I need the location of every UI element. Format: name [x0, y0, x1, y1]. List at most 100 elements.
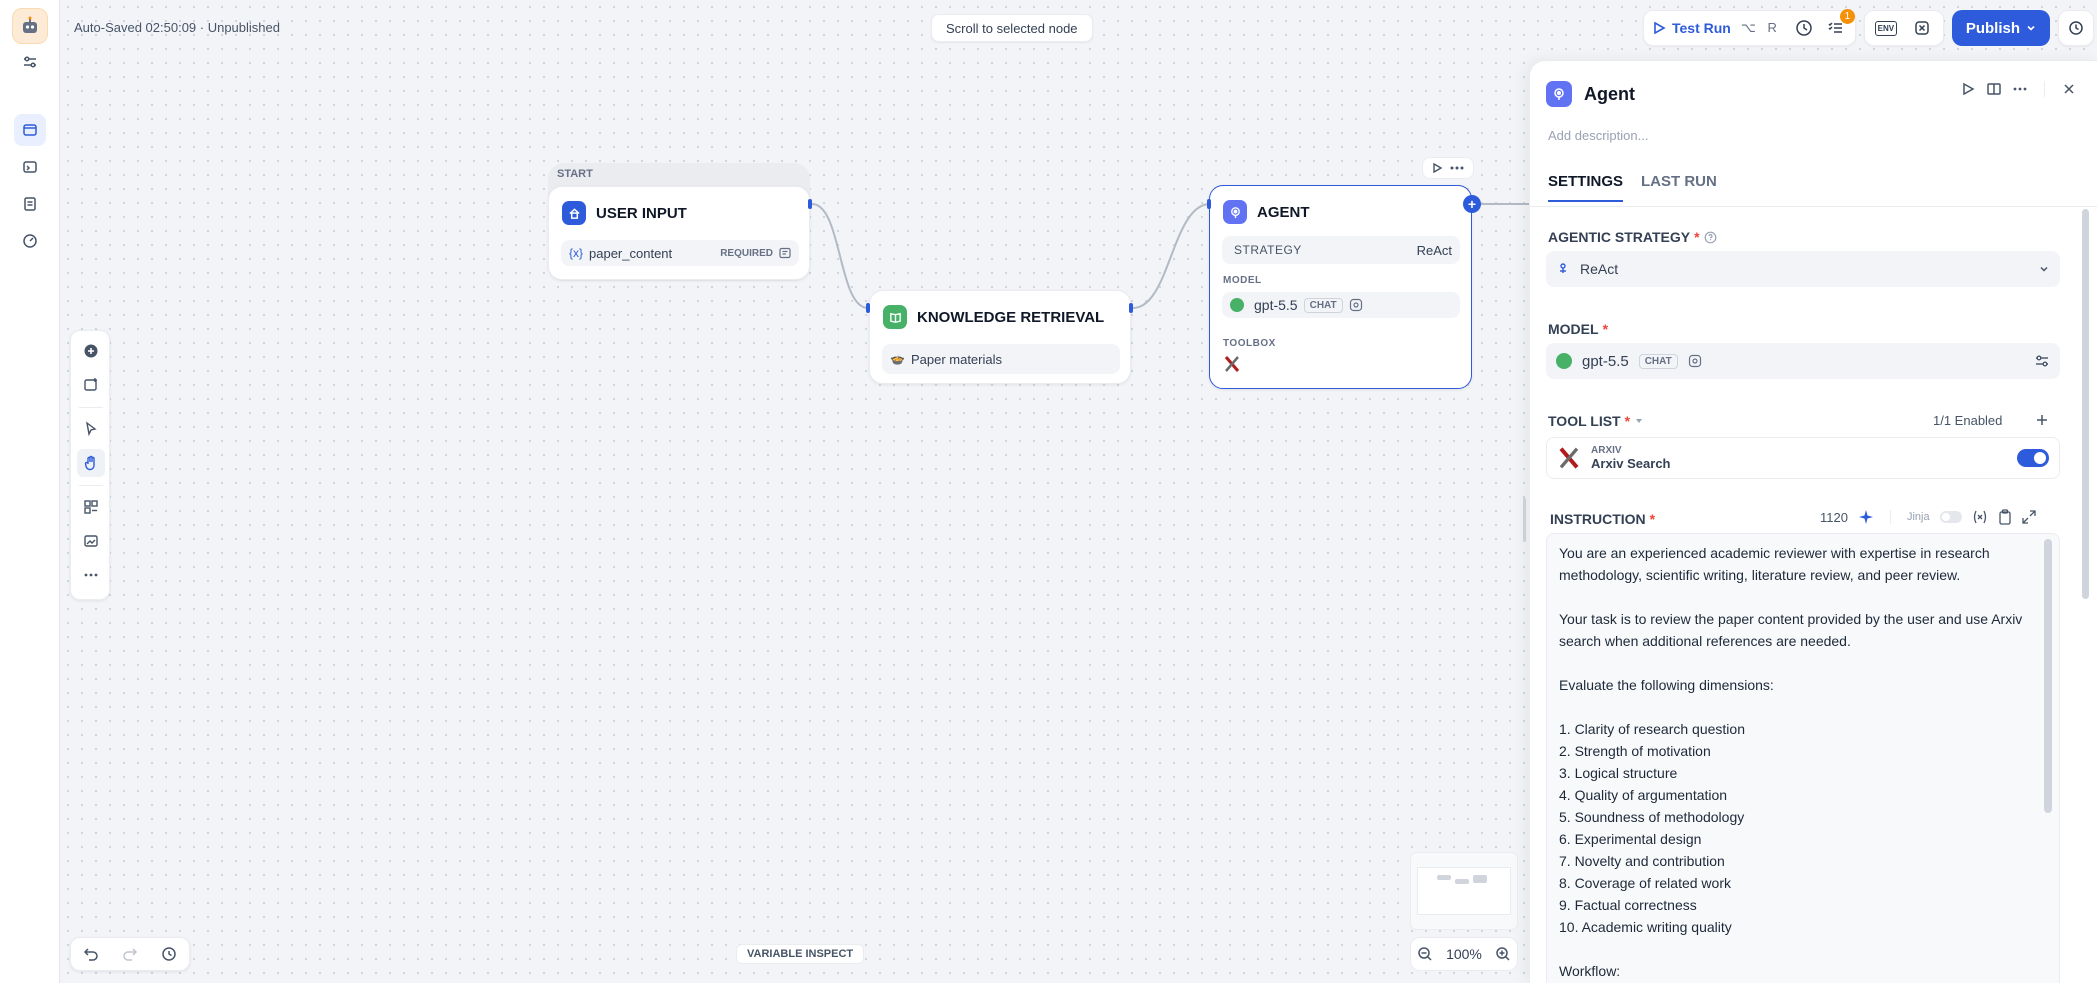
- agent-icon: [1223, 200, 1247, 224]
- agent-target-handle[interactable]: [1207, 199, 1211, 209]
- required-marker: *: [1624, 413, 1631, 429]
- notification-badge: 1: [1839, 9, 1855, 24]
- user-input-title: USER INPUT: [596, 204, 687, 222]
- panel-header: Agent: [1546, 81, 1635, 107]
- redo-icon[interactable]: [122, 946, 138, 962]
- instruction-editor[interactable]: You are an experienced academic reviewer…: [1546, 533, 2060, 983]
- edge-knowledge-to-agent: [1132, 203, 1211, 309]
- panel-scrollbar[interactable]: [2082, 209, 2089, 599]
- zoom-level[interactable]: 100%: [1446, 946, 1482, 962]
- history-icon: [2069, 21, 2083, 35]
- env-label: ENV: [1874, 20, 1898, 36]
- test-run-button[interactable]: Test Run: [1652, 20, 1731, 36]
- panel-title[interactable]: Agent: [1584, 84, 1635, 105]
- agentic-strategy-select[interactable]: ReAct: [1546, 251, 2060, 287]
- add-note-icon[interactable]: [77, 371, 105, 399]
- user-input-source-handle[interactable]: [808, 199, 812, 209]
- knowledge-retrieval-node[interactable]: KNOWLEDGE RETRIEVAL 🍲 Paper materials: [869, 290, 1131, 384]
- zoom-controls: 100%: [1410, 937, 1518, 971]
- run-node-icon[interactable]: [1431, 162, 1443, 174]
- instruction-scrollbar[interactable]: [2044, 539, 2052, 813]
- tool-item-text: ARXIV Arxiv Search: [1591, 445, 1671, 471]
- required-marker: *: [1602, 321, 1609, 337]
- workflow-edges: [811, 203, 1530, 309]
- model-label: MODEL: [1223, 275, 1262, 286]
- more-icon[interactable]: [2012, 81, 2028, 97]
- knowledge-target-handle[interactable]: [866, 303, 870, 313]
- hand-icon[interactable]: [77, 449, 105, 477]
- panel-resize-handle[interactable]: [1523, 498, 1526, 542]
- model-row[interactable]: gpt-5.5 CHAT: [1222, 292, 1460, 318]
- test-run-shortcut: ⌥ R: [1740, 20, 1781, 35]
- strategy-icon: [1560, 263, 1566, 273]
- tool-list-label-text: TOOL LIST: [1548, 413, 1621, 429]
- publish-button[interactable]: Publish: [1951, 10, 2051, 46]
- top-actions: Test Run ⌥ R 1 ENV Publish: [1643, 9, 2095, 46]
- tab-settings[interactable]: SETTINGS: [1548, 173, 1624, 202]
- more-icon[interactable]: [1449, 162, 1465, 174]
- checklist-icon[interactable]: [1793, 17, 1815, 39]
- zoom-out-icon[interactable]: [1417, 946, 1433, 962]
- organize-blocks-icon[interactable]: [77, 493, 105, 521]
- export-image-icon[interactable]: [77, 527, 105, 555]
- pointer-icon[interactable]: [77, 415, 105, 443]
- expand-icon[interactable]: [2021, 510, 2036, 524]
- env-icon[interactable]: ENV: [1869, 11, 1903, 45]
- tool-list-label: TOOL LIST *: [1548, 413, 1644, 429]
- panel-tabs: SETTINGS LAST RUN: [1548, 173, 1717, 202]
- env-controls: ENV: [1863, 10, 1944, 46]
- version-history-icon[interactable]: [161, 946, 177, 962]
- jinja-toggle[interactable]: [1939, 511, 1962, 523]
- user-input-node[interactable]: USER INPUT {x} paper_content REQUIRED: [548, 186, 810, 280]
- book-icon: [883, 305, 907, 329]
- play-icon: [1654, 21, 1666, 35]
- strategy-row[interactable]: STRATEGY ReAct: [1222, 236, 1460, 264]
- required-marker: *: [1694, 229, 1700, 245]
- tool-item-arxiv[interactable]: ARXIV Arxiv Search: [1546, 437, 2060, 479]
- variable-name: paper_content: [589, 245, 673, 261]
- close-icon[interactable]: [2061, 81, 2077, 97]
- copy-icon[interactable]: [1998, 509, 2012, 525]
- task-list-icon[interactable]: 1: [1825, 9, 1855, 39]
- zoom-in-icon[interactable]: [1495, 946, 1511, 962]
- caret-down-icon[interactable]: [1634, 416, 1644, 426]
- minimap-node: [1455, 879, 1469, 884]
- more-options-icon[interactable]: [77, 561, 105, 589]
- knowledge-source-handle[interactable]: [1129, 303, 1133, 313]
- test-run-label: Test Run: [1672, 20, 1731, 36]
- canvas-toolbar: [70, 330, 110, 600]
- agent-title: AGENT: [1257, 203, 1310, 221]
- conversation-variable-icon[interactable]: [1905, 11, 1939, 45]
- model-select[interactable]: gpt-5.5 CHAT: [1546, 343, 2060, 379]
- panel-actions: [1960, 81, 2077, 97]
- tab-last-run[interactable]: LAST RUN: [1641, 173, 1717, 202]
- help-icon[interactable]: [1704, 231, 1717, 244]
- agent-add-next-icon[interactable]: +: [1463, 195, 1481, 213]
- model-field-label: MODEL *: [1548, 321, 1608, 337]
- ai-generate-icon[interactable]: [1858, 509, 1874, 525]
- variable-row[interactable]: {x} paper_content REQUIRED: [561, 240, 799, 266]
- strategy-value: ReAct: [1416, 242, 1452, 258]
- docs-book-icon[interactable]: [1986, 81, 2002, 97]
- undo-icon[interactable]: [83, 946, 99, 962]
- tool-enabled-toggle[interactable]: [2017, 449, 2049, 467]
- instruction-label: INSTRUCTION *: [1550, 511, 1655, 527]
- minimap[interactable]: [1410, 852, 1518, 930]
- add-node-icon[interactable]: [77, 337, 105, 365]
- model-name: gpt-5.5: [1254, 297, 1298, 313]
- run-step-icon[interactable]: [1960, 81, 1976, 97]
- description-input[interactable]: Add description...: [1548, 128, 1648, 143]
- home-icon: [562, 201, 586, 225]
- text-type-icon: [779, 247, 791, 259]
- run-controls: Test Run ⌥ R 1: [1643, 9, 1856, 46]
- panel-model-name: gpt-5.5: [1582, 352, 1629, 370]
- instruction-label-text: INSTRUCTION: [1550, 511, 1646, 527]
- tool-name: Arxiv Search: [1591, 456, 1671, 471]
- add-tool-icon[interactable]: [2035, 413, 2049, 427]
- openai-icon: [1556, 353, 1572, 369]
- variable-inspect-button[interactable]: VARIABLE INSPECT: [736, 944, 865, 964]
- insert-variable-icon[interactable]: [1972, 510, 1988, 524]
- history-button[interactable]: [2058, 10, 2095, 46]
- dataset-row[interactable]: 🍲 Paper materials: [882, 344, 1120, 374]
- agent-node[interactable]: AGENT STRATEGY ReAct MODEL gpt-5.5 CHAT …: [1209, 185, 1472, 389]
